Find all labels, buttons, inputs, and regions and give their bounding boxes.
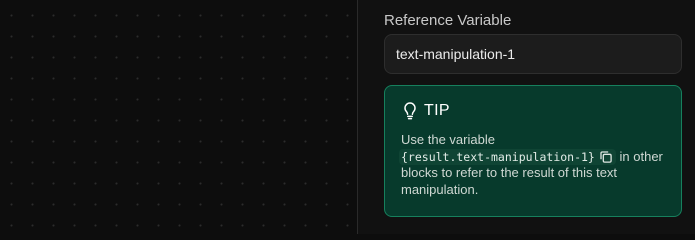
reference-variable-label: Reference Variable [384,12,512,29]
workflow-editor: Reference Variable TIP Use the variable … [0,0,695,234]
workflow-canvas[interactable] [0,0,357,234]
tip-callout: TIP Use the variable {result.text-manipu… [384,85,682,217]
tip-text-intro: Use the variable [401,132,495,147]
lightbulb-icon [404,102,416,120]
tip-text: Use the variable {result.text-manipulati… [399,132,677,198]
tip-text-after-code: in [619,148,630,164]
tip-title: TIP [424,102,450,119]
variable-code-chip: {result.text-manipulation-1} [399,148,616,165]
copy-icon[interactable] [599,150,613,164]
reference-variable-input[interactable] [384,34,682,74]
variable-code: {result.text-manipulation-1} [401,149,595,164]
tip-header: TIP [402,100,450,122]
